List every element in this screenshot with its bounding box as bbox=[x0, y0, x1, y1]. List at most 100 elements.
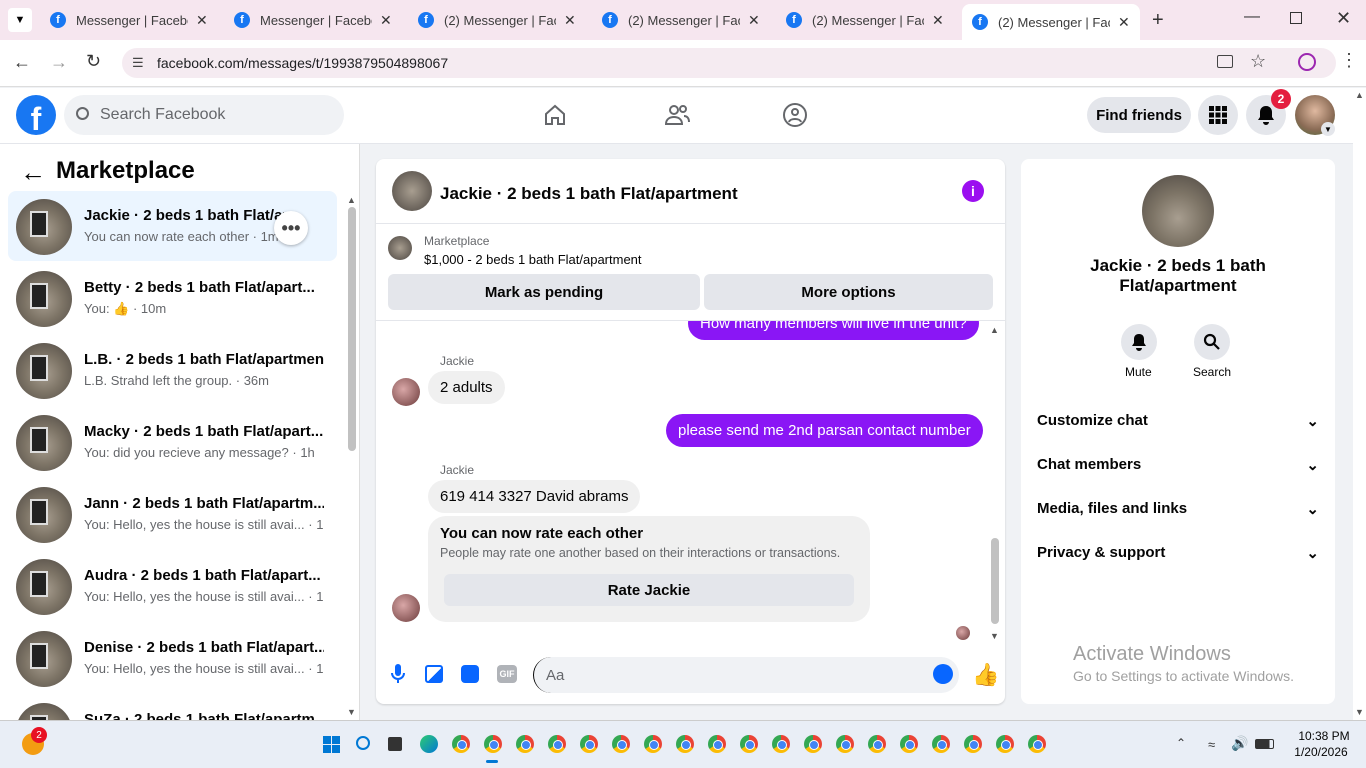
url-field[interactable]: facebook.com/messages/t/1993879504898067 bbox=[122, 48, 1336, 78]
chrome-icon[interactable] bbox=[484, 735, 502, 753]
microphone-icon[interactable] bbox=[390, 663, 406, 685]
chrome-icon[interactable] bbox=[452, 735, 470, 753]
photo-icon[interactable] bbox=[425, 665, 443, 683]
chrome-icon[interactable] bbox=[868, 735, 886, 753]
close-tab-icon[interactable]: ✕ bbox=[932, 12, 944, 29]
list-item[interactable]: Jann · 2 beds 1 bath Flat/apartm... You: … bbox=[8, 479, 337, 549]
install-app-icon[interactable] bbox=[1217, 55, 1233, 68]
task-view-icon[interactable] bbox=[388, 737, 402, 751]
chrome-icon[interactable] bbox=[740, 735, 758, 753]
chrome-icon[interactable] bbox=[548, 735, 566, 753]
incoming-message[interactable]: 619 414 3327 David abrams bbox=[428, 480, 641, 513]
battery-icon[interactable] bbox=[1255, 739, 1274, 749]
wifi-icon[interactable]: ≈ bbox=[1208, 737, 1215, 752]
friends-icon[interactable] bbox=[664, 103, 690, 127]
gif-icon[interactable]: GIF bbox=[497, 665, 517, 683]
reload-icon[interactable]: ↻ bbox=[86, 51, 101, 72]
back-arrow-icon[interactable]: ← bbox=[20, 157, 46, 188]
chat-members-row[interactable]: Chat members ⌄ bbox=[1037, 456, 1319, 474]
back-icon[interactable]: ← bbox=[13, 52, 31, 73]
close-window-button[interactable]: ✕ bbox=[1336, 8, 1351, 29]
sidebar-scrollbar[interactable] bbox=[348, 207, 356, 451]
emoji-icon[interactable] bbox=[933, 664, 953, 684]
clock-date[interactable]: 1/20/2026 bbox=[1290, 745, 1352, 759]
browser-tab[interactable]: fMessenger | Facebook✕ bbox=[40, 6, 218, 34]
chrome-icon[interactable] bbox=[580, 735, 598, 753]
more-options-icon[interactable]: ••• bbox=[274, 211, 308, 245]
chrome-icon[interactable] bbox=[772, 735, 790, 753]
like-thumb-icon[interactable]: 👍 bbox=[972, 662, 999, 688]
chrome-icon[interactable] bbox=[964, 735, 982, 753]
close-tab-icon[interactable]: ✕ bbox=[380, 12, 392, 29]
search-conversation-button[interactable] bbox=[1194, 324, 1230, 360]
browser-tab-active[interactable]: f(2) Messenger | Facebook✕ bbox=[962, 4, 1140, 40]
list-item[interactable]: Betty · 2 beds 1 bath Flat/apart... You: … bbox=[8, 263, 337, 333]
info-icon[interactable]: i bbox=[962, 180, 984, 202]
chat-header-thumbnail[interactable] bbox=[392, 171, 432, 211]
list-item[interactable]: Audra · 2 beds 1 bath Flat/apart... You: … bbox=[8, 551, 337, 621]
rate-jackie-button[interactable]: Rate Jackie bbox=[444, 574, 854, 606]
search-input[interactable]: Search Facebook bbox=[64, 95, 344, 135]
list-item[interactable]: L.B. · 2 beds 1 bath Flat/apartment L.B. … bbox=[8, 335, 337, 405]
mute-button[interactable] bbox=[1121, 324, 1157, 360]
chrome-icon[interactable] bbox=[804, 735, 822, 753]
windows-start-icon[interactable] bbox=[323, 736, 340, 753]
browser-tab[interactable]: fMessenger | Facebook✕ bbox=[224, 6, 402, 34]
site-settings-icon[interactable]: ☰ bbox=[132, 55, 144, 71]
tab-search-button[interactable]: ▼ bbox=[8, 8, 32, 32]
scroll-up-icon[interactable]: ▲ bbox=[347, 195, 356, 205]
close-tab-icon[interactable]: ✕ bbox=[564, 12, 576, 29]
close-tab-icon[interactable]: ✕ bbox=[196, 12, 208, 29]
chrome-icon[interactable] bbox=[676, 735, 694, 753]
home-icon[interactable] bbox=[543, 103, 567, 127]
taskbar-search-icon[interactable] bbox=[356, 736, 370, 750]
message-input[interactable]: Aa bbox=[533, 657, 959, 693]
chat-scrollbar[interactable] bbox=[991, 538, 999, 624]
scroll-down-icon[interactable]: ▼ bbox=[1355, 707, 1364, 717]
edge-icon[interactable] bbox=[420, 735, 438, 753]
listing-price[interactable]: $1,000 - 2 beds 1 bath Flat/apartment bbox=[424, 252, 642, 267]
groups-icon[interactable] bbox=[782, 102, 808, 128]
chrome-icon[interactable] bbox=[708, 735, 726, 753]
chevron-down-icon[interactable]: ▼ bbox=[1321, 122, 1335, 136]
list-item[interactable]: SuZa · 2 beds 1 bath Flat/apartm... bbox=[8, 695, 337, 720]
outgoing-message[interactable]: How many members will live in the unit? bbox=[688, 321, 979, 340]
scroll-up-icon[interactable]: ▲ bbox=[990, 325, 999, 335]
chrome-icon[interactable] bbox=[644, 735, 662, 753]
browser-tab[interactable]: f(2) Messenger | Facebook✕ bbox=[408, 6, 586, 34]
customize-chat-row[interactable]: Customize chat ⌄ bbox=[1037, 412, 1319, 430]
contact-avatar[interactable] bbox=[392, 594, 420, 622]
list-item[interactable]: Denise · 2 beds 1 bath Flat/apart... You:… bbox=[8, 623, 337, 693]
sticker-icon[interactable] bbox=[461, 665, 479, 683]
page-scrollbar[interactable] bbox=[1353, 88, 1366, 720]
more-options-button[interactable]: More options bbox=[704, 274, 993, 310]
close-tab-icon[interactable]: ✕ bbox=[748, 12, 760, 29]
find-friends-button[interactable]: Find friends bbox=[1087, 97, 1191, 133]
volume-icon[interactable]: 🔊 bbox=[1231, 735, 1248, 752]
chrome-icon[interactable] bbox=[932, 735, 950, 753]
clock-time[interactable]: 10:38 PM bbox=[1296, 729, 1352, 743]
new-tab-button[interactable]: + bbox=[1152, 9, 1164, 32]
chrome-icon[interactable] bbox=[900, 735, 918, 753]
privacy-support-row[interactable]: Privacy & support ⌄ bbox=[1037, 544, 1319, 562]
close-tab-icon[interactable]: ✕ bbox=[1118, 14, 1130, 31]
profile-icon[interactable] bbox=[1298, 53, 1316, 71]
listing-thumbnail[interactable] bbox=[388, 236, 412, 260]
chrome-icon[interactable] bbox=[836, 735, 854, 753]
scroll-down-icon[interactable]: ▼ bbox=[347, 707, 356, 717]
chrome-icon[interactable] bbox=[996, 735, 1014, 753]
show-hidden-icons-icon[interactable]: ⌃ bbox=[1176, 736, 1186, 750]
listing-photo[interactable] bbox=[1142, 175, 1214, 247]
forward-icon[interactable]: → bbox=[50, 52, 68, 73]
list-item[interactable]: Macky · 2 beds 1 bath Flat/apart... You: … bbox=[8, 407, 337, 477]
minimize-button[interactable]: — bbox=[1244, 8, 1260, 26]
incoming-message[interactable]: 2 adults bbox=[428, 371, 505, 404]
browser-tab[interactable]: f(2) Messenger | Facebook✕ bbox=[592, 6, 770, 34]
chat-title[interactable]: Jackie · 2 beds 1 bath Flat/apartment bbox=[440, 184, 738, 204]
outgoing-message[interactable]: please send me 2nd parsan contact number bbox=[666, 414, 983, 447]
browser-menu-icon[interactable]: ⋮ bbox=[1340, 50, 1358, 71]
bookmark-star-icon[interactable]: ☆ bbox=[1250, 51, 1266, 72]
chrome-icon[interactable] bbox=[612, 735, 630, 753]
chrome-icon[interactable] bbox=[516, 735, 534, 753]
media-files-links-row[interactable]: Media, files and links ⌄ bbox=[1037, 500, 1319, 518]
